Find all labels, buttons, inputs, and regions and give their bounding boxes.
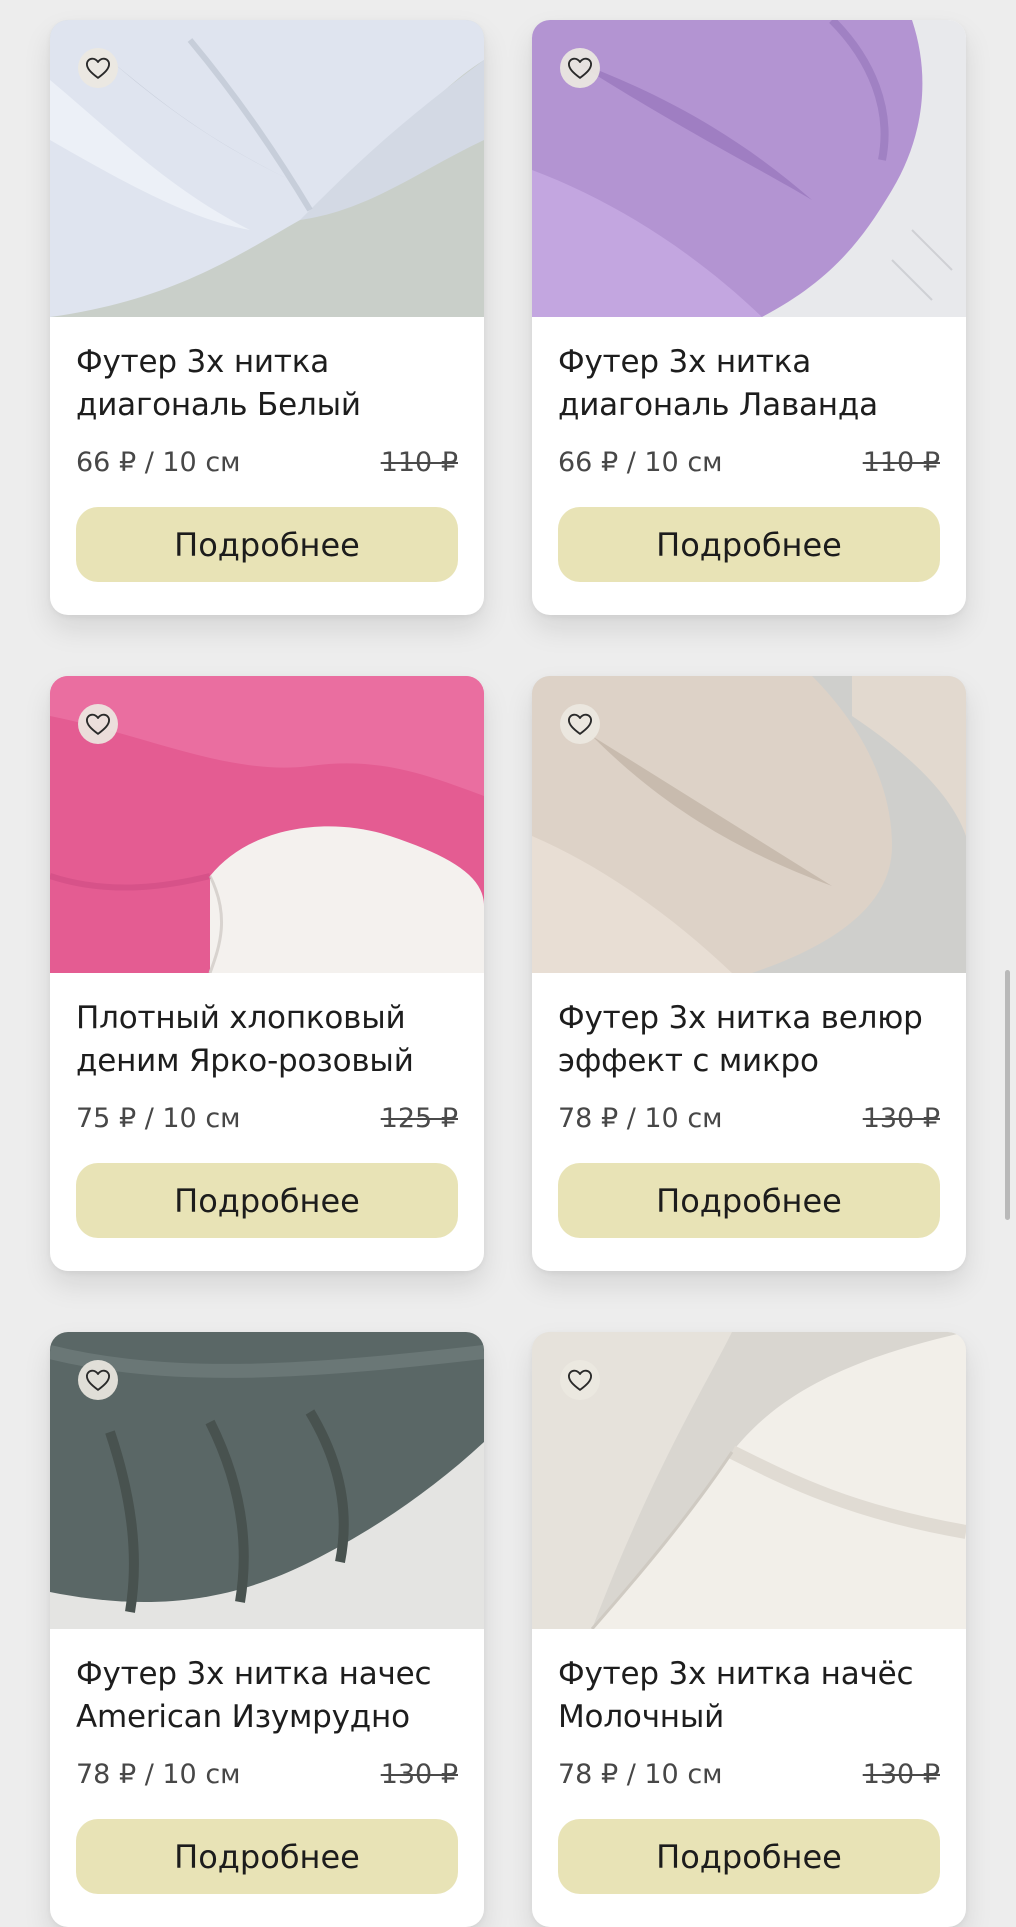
product-title[interactable]: Футер 3х нитка диагональ Белый	[76, 341, 458, 427]
favorite-button[interactable]	[78, 48, 118, 88]
product-old-price: 110 ₽	[862, 446, 940, 478]
product-photo[interactable]	[50, 1332, 484, 1629]
heart-outline-icon	[567, 1369, 593, 1391]
product-price: 78 ₽ / 10 см	[558, 1758, 723, 1790]
product-card[interactable]: Плотный хлопковый деним Ярко-розовый 75 …	[50, 676, 484, 1271]
product-price: 75 ₽ / 10 см	[76, 1102, 241, 1134]
favorite-button[interactable]	[78, 704, 118, 744]
product-photo[interactable]	[532, 20, 966, 317]
product-title[interactable]: Футер 3х нитка велюр эффект с микро	[558, 997, 940, 1083]
heart-outline-icon	[85, 57, 111, 79]
heart-outline-icon	[85, 713, 111, 735]
details-button[interactable]: Подробнее	[76, 507, 458, 582]
product-card[interactable]: Футер 3х нитка диагональ Белый 66 ₽ / 10…	[50, 20, 484, 615]
product-price: 78 ₽ / 10 см	[76, 1758, 241, 1790]
product-card[interactable]: Футер 3х нитка начес American Изумрудно …	[50, 1332, 484, 1927]
favorite-button[interactable]	[560, 704, 600, 744]
product-photo[interactable]	[50, 676, 484, 973]
favorite-button[interactable]	[78, 1360, 118, 1400]
product-price: 66 ₽ / 10 см	[76, 446, 241, 478]
details-button[interactable]: Подробнее	[76, 1819, 458, 1894]
product-card[interactable]: Футер 3х нитка диагональ Лаванда 66 ₽ / …	[532, 20, 966, 615]
product-title[interactable]: Плотный хлопковый деним Ярко-розовый	[76, 997, 458, 1083]
product-title[interactable]: Футер 3х нитка диагональ Лаванда	[558, 341, 940, 427]
product-old-price: 125 ₽	[380, 1102, 458, 1134]
product-grid: Футер 3х нитка диагональ Белый 66 ₽ / 10…	[50, 20, 966, 1927]
favorite-button[interactable]	[560, 48, 600, 88]
heart-outline-icon	[567, 713, 593, 735]
product-title[interactable]: Футер 3х нитка начёс Молочный	[558, 1653, 940, 1739]
product-old-price: 130 ₽	[862, 1758, 940, 1790]
product-photo[interactable]	[532, 676, 966, 973]
product-price: 78 ₽ / 10 см	[558, 1102, 723, 1134]
product-card[interactable]: Футер 3х нитка начёс Молочный 78 ₽ / 10 …	[532, 1332, 966, 1927]
heart-outline-icon	[85, 1369, 111, 1391]
product-card[interactable]: Футер 3х нитка велюр эффект с микро 78 ₽…	[532, 676, 966, 1271]
product-title[interactable]: Футер 3х нитка начес American Изумрудно	[76, 1653, 458, 1739]
details-button[interactable]: Подробнее	[558, 507, 940, 582]
product-price: 66 ₽ / 10 см	[558, 446, 723, 478]
favorite-button[interactable]	[560, 1360, 600, 1400]
product-old-price: 130 ₽	[380, 1758, 458, 1790]
product-photo[interactable]	[532, 1332, 966, 1629]
details-button[interactable]: Подробнее	[558, 1163, 940, 1238]
heart-outline-icon	[567, 57, 593, 79]
scrollbar[interactable]	[1005, 970, 1010, 1220]
details-button[interactable]: Подробнее	[558, 1819, 940, 1894]
details-button[interactable]: Подробнее	[76, 1163, 458, 1238]
product-old-price: 110 ₽	[380, 446, 458, 478]
product-photo[interactable]	[50, 20, 484, 317]
product-old-price: 130 ₽	[862, 1102, 940, 1134]
